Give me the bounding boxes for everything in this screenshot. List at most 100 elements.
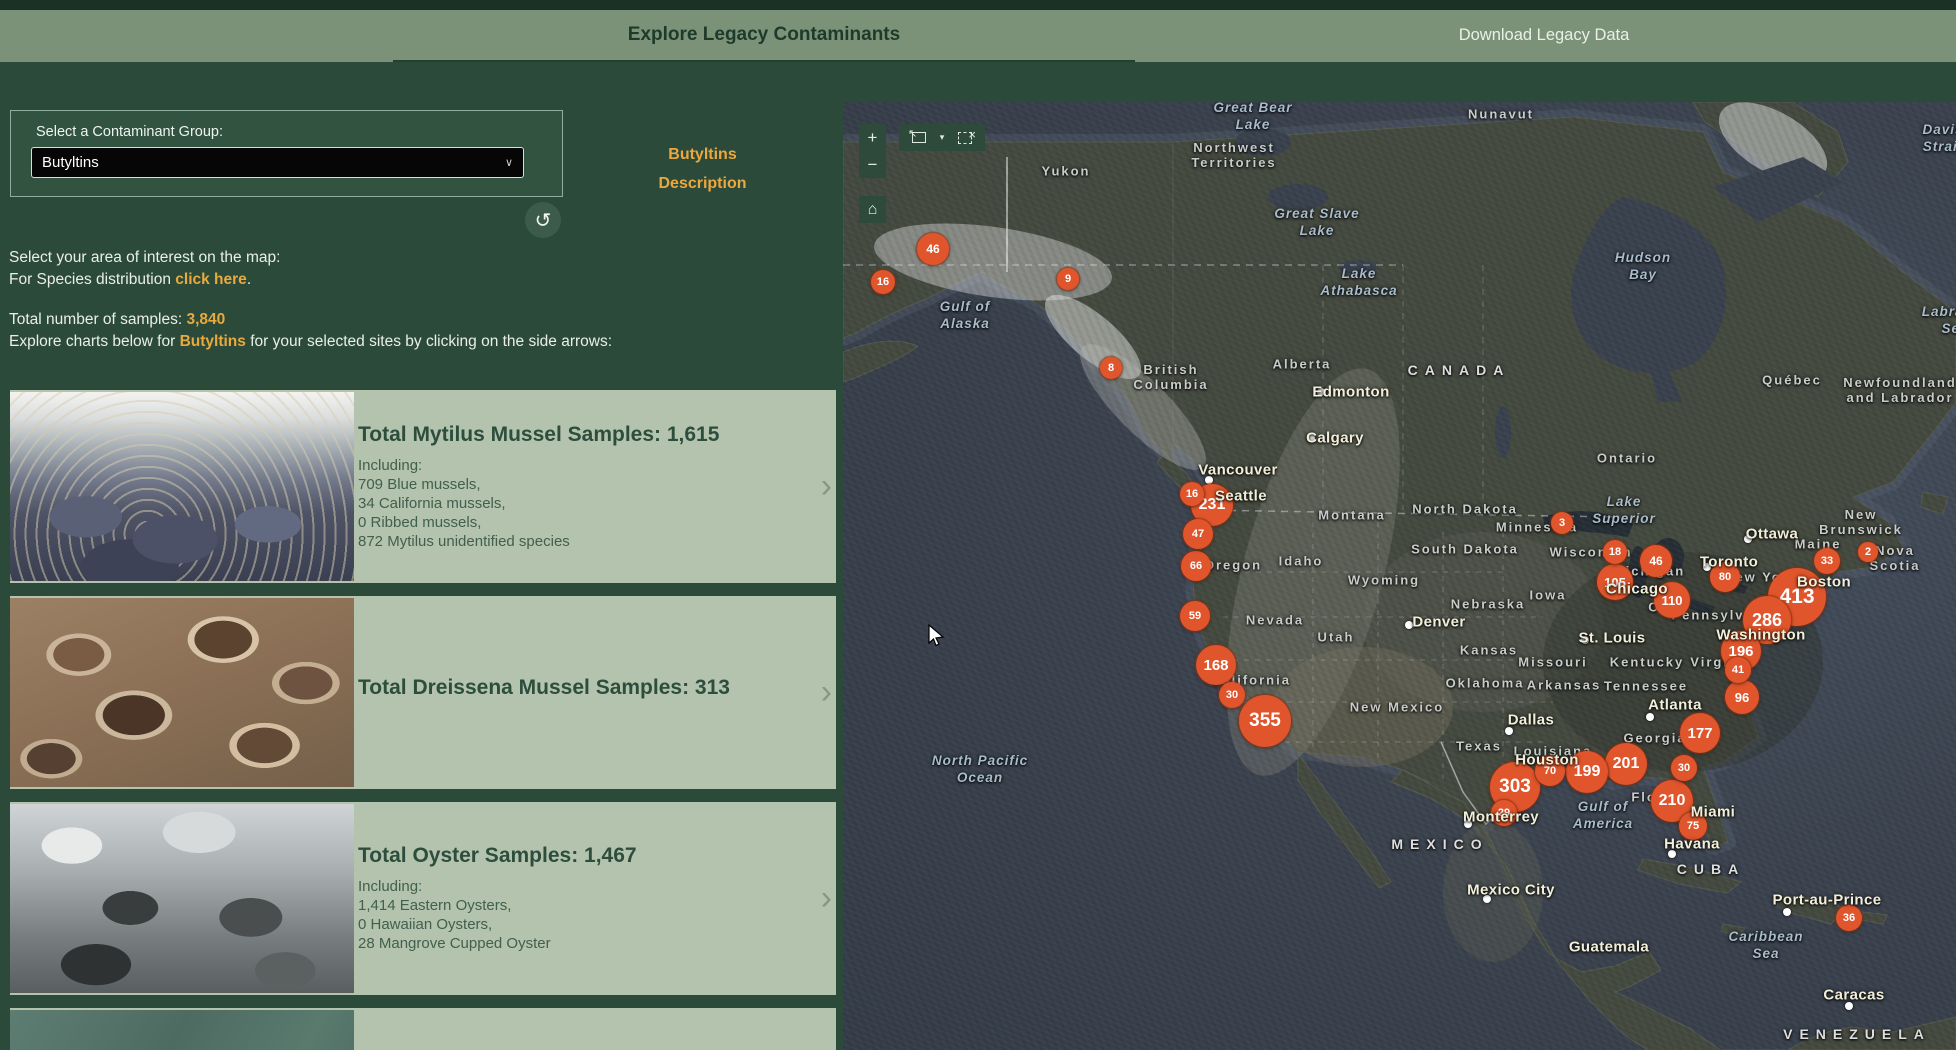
sample-cluster-marker[interactable]: 41 xyxy=(1725,657,1751,683)
sample-card[interactable]: Total Mytilus Mussel Samples: 1,615 Inclu… xyxy=(10,390,836,583)
sample-cluster-marker[interactable]: 18 xyxy=(1603,540,1627,564)
card-text: Total Dreissena Mussel Samples: 313 xyxy=(358,596,798,789)
sample-card[interactable] xyxy=(10,1008,836,1050)
contaminant-group-value: Butyltins xyxy=(42,154,99,171)
card-next-arrow[interactable]: › xyxy=(821,390,832,583)
sample-cluster-marker[interactable]: 16 xyxy=(1180,482,1204,506)
total-samples-line: Total number of samples: 3,840 xyxy=(9,309,612,331)
card-text: Total Oyster Samples: 1,467Including:1,4… xyxy=(358,802,798,995)
sample-cluster-marker[interactable]: 105 xyxy=(1597,564,1633,600)
city-dot xyxy=(1505,727,1513,735)
rectangle-select-button[interactable]: ↖ xyxy=(904,124,934,151)
sample-cluster-marker[interactable]: 110 xyxy=(1654,582,1690,618)
reset-button[interactable]: ↺ xyxy=(525,202,561,238)
chevron-down-icon: ∨ xyxy=(505,156,513,169)
sample-cluster-marker[interactable]: 80 xyxy=(1710,562,1740,592)
clear-x-icon: × xyxy=(968,128,976,141)
sample-cluster-marker[interactable]: 30 xyxy=(1219,682,1245,708)
totals-block: Total number of samples: 3,840 Explore c… xyxy=(9,309,612,353)
home-button[interactable]: ⌂ xyxy=(859,196,886,223)
sample-cluster-marker[interactable]: 30 xyxy=(1671,755,1697,781)
card-text xyxy=(358,1008,798,1050)
main-area: Select a Contaminant Group: Butyltins ∨ … xyxy=(0,62,1956,1050)
header-nav: Explore Legacy Contaminants Download Leg… xyxy=(0,10,1956,62)
zoom-control: + − xyxy=(859,124,886,178)
contaminant-group-label: Select a Contaminant Group: xyxy=(36,124,223,140)
tab-explore-label: Explore Legacy Contaminants xyxy=(628,24,900,46)
tab-download-legacy-data[interactable]: Download Legacy Data xyxy=(1404,10,1684,60)
zoom-out-button[interactable]: − xyxy=(859,151,886,178)
total-samples-value: 3,840 xyxy=(186,311,225,328)
sample-cluster-marker[interactable]: 2 xyxy=(1858,542,1878,562)
contaminant-group-select[interactable]: Butyltins ∨ xyxy=(31,147,524,178)
area-line1: Select your area of interest on the map: xyxy=(9,247,280,269)
sample-cluster-marker[interactable]: 177 xyxy=(1680,713,1720,753)
sample-cluster-marker[interactable]: 47 xyxy=(1183,519,1213,549)
city-dot xyxy=(1783,908,1791,916)
area-instructions: Select your area of interest on the map:… xyxy=(9,247,280,291)
card-title: Total Mytilus Mussel Samples: 1,615 xyxy=(358,423,798,447)
butyltins-description-link[interactable]: Butyltins Description xyxy=(630,140,775,198)
contaminant-group-box: Select a Contaminant Group: Butyltins ∨ xyxy=(10,110,563,197)
city-dot xyxy=(1317,388,1325,396)
map[interactable]: YukonNorthwest TerritoriesNunavutBritish… xyxy=(843,102,1956,1050)
sample-cluster-marker[interactable]: 29 xyxy=(1491,800,1517,826)
clear-selection-button[interactable]: × xyxy=(950,124,980,151)
sample-cluster-marker[interactable]: 75 xyxy=(1679,812,1707,840)
sample-cluster-marker[interactable]: 46 xyxy=(1640,545,1672,577)
app-root: Explore Legacy Contaminants Download Leg… xyxy=(0,0,1956,1050)
selection-toolbar: ↖ ▾ × xyxy=(899,124,985,151)
city-dot xyxy=(1744,535,1752,543)
city-dot xyxy=(1307,434,1315,442)
sample-cluster-marker[interactable]: 199 xyxy=(1566,751,1608,793)
city-dot xyxy=(1205,476,1213,484)
sample-cluster-marker[interactable]: 201 xyxy=(1605,743,1647,785)
city-dot xyxy=(1405,621,1413,629)
species-distribution-link[interactable]: click here xyxy=(175,271,247,288)
city-dot xyxy=(1668,850,1676,858)
card-details: Including:709 Blue mussels,34 California… xyxy=(358,456,798,551)
city-dot xyxy=(1483,895,1491,903)
chevron-down-icon: ▾ xyxy=(940,132,945,143)
sample-cluster-marker[interactable]: 8 xyxy=(1100,357,1122,379)
dreissena-shells-image xyxy=(10,598,354,787)
city-dot xyxy=(1703,563,1711,571)
select-cursor-icon: ↖ xyxy=(908,127,917,140)
sample-card[interactable]: Total Oyster Samples: 1,467Including:1,4… xyxy=(10,802,836,995)
sample-cluster-marker[interactable]: 59 xyxy=(1180,601,1210,631)
water-image xyxy=(10,1010,354,1050)
sample-cluster-marker[interactable]: 33 xyxy=(1814,548,1840,574)
card-next-arrow[interactable]: › xyxy=(821,802,832,995)
description-link-line2: Description xyxy=(630,169,775,198)
sample-cluster-marker[interactable]: 16 xyxy=(871,270,895,294)
sample-cluster-marker[interactable]: 66 xyxy=(1181,551,1211,581)
city-dot xyxy=(1646,713,1654,721)
sample-cluster-marker[interactable]: 355 xyxy=(1239,695,1291,747)
home-icon: ⌂ xyxy=(868,201,878,219)
city-dot xyxy=(1581,636,1589,644)
tab-explore-legacy-contaminants[interactable]: Explore Legacy Contaminants xyxy=(393,10,1135,62)
reset-icon: ↺ xyxy=(535,208,552,233)
zoom-in-button[interactable]: + xyxy=(859,124,886,151)
mussels-on-rock-image xyxy=(10,392,354,581)
card-next-arrow[interactable]: › xyxy=(821,596,832,789)
card-details: Including:1,414 Eastern Oysters,0 Hawaii… xyxy=(358,877,798,953)
sample-cluster-marker[interactable]: 46 xyxy=(917,233,949,265)
city-dot xyxy=(1464,820,1472,828)
sample-cluster-marker[interactable]: 70 xyxy=(1535,756,1565,786)
sample-cluster-marker[interactable]: 168 xyxy=(1196,645,1236,685)
oyster-bed-image xyxy=(10,804,354,993)
top-accent-bar xyxy=(0,0,1956,10)
sample-card[interactable]: Total Dreissena Mussel Samples: 313 › xyxy=(10,596,836,789)
card-title: Total Dreissena Mussel Samples: 313 xyxy=(358,676,798,700)
select-tool-dropdown-button[interactable]: ▾ xyxy=(934,124,950,151)
sample-cluster-marker[interactable]: 96 xyxy=(1725,680,1759,714)
card-text: Total Mytilus Mussel Samples: 1,615 Inclu… xyxy=(358,390,798,583)
tab-download-label: Download Legacy Data xyxy=(1459,26,1630,45)
sample-cluster-marker[interactable]: 36 xyxy=(1836,905,1862,931)
area-line2: For Species distribution click here. xyxy=(9,269,280,291)
sample-cluster-marker[interactable]: 3 xyxy=(1551,512,1573,534)
explore-group-name: Butyltins xyxy=(180,333,246,350)
sample-cluster-marker[interactable]: 9 xyxy=(1057,268,1079,290)
city-dot xyxy=(1845,1002,1853,1010)
